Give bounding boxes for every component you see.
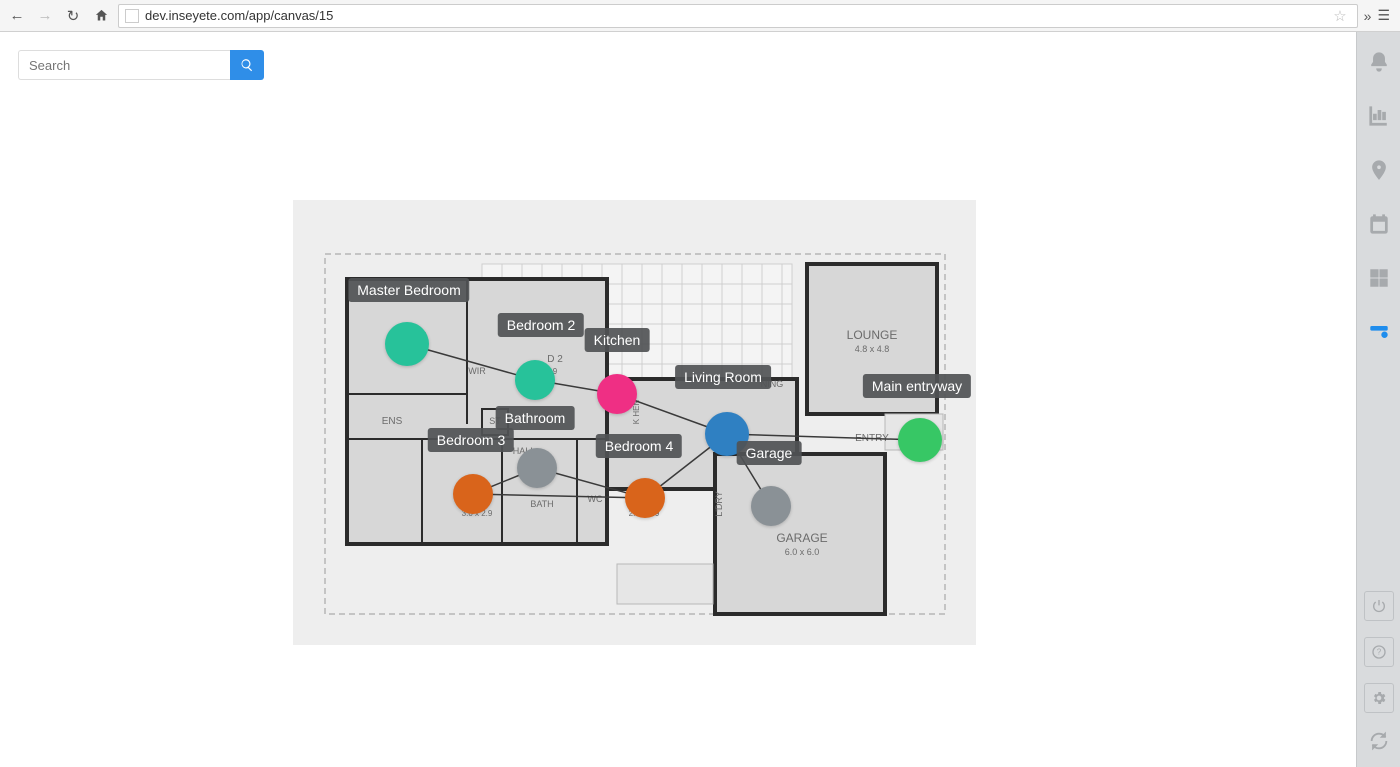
rail-sync-icon[interactable] [1367,729,1391,753]
node-bedroom-3[interactable] [453,474,493,514]
rail-settings-button[interactable] [1364,683,1394,713]
rail-help-button[interactable]: ? [1364,637,1394,667]
browser-menu-icon[interactable]: ☰ [1377,7,1390,24]
nodes-layer: Master Bedroom Bedroom 2Kitchen Living Roo… [317,224,952,625]
node-bathroom[interactable] [517,448,557,488]
browser-home-button[interactable] [90,5,112,27]
node-bedroom-4[interactable] [625,478,665,518]
browser-overflow-icon[interactable]: » [1364,8,1372,24]
browser-back-button[interactable]: ← [6,5,28,27]
rail-grid-icon[interactable] [1367,266,1391,290]
rail-power-button[interactable] [1364,591,1394,621]
node-living-room[interactable] [705,412,749,456]
node-kitchen[interactable] [597,374,637,414]
svg-text:?: ? [1376,648,1381,657]
rail-notifications-icon[interactable] [1367,50,1391,74]
rail-chart-icon[interactable] [1367,104,1391,128]
floorplan[interactable]: LOUNGE 4.8 x 4.8 GARAGE 6.0 x 6.0 ENTRY … [317,224,952,625]
node-main-entryway[interactable] [898,418,942,462]
node-label-bedroom-3: Bedroom 3 [428,428,514,452]
content-area: LOUNGE 4.8 x 4.8 GARAGE 6.0 x 6.0 ENTRY … [0,32,1356,767]
search-button[interactable] [230,50,264,80]
url-bar[interactable]: dev.inseyete.com/app/canvas/15 ☆ [118,4,1358,28]
browser-chrome: ← → ↻ dev.inseyete.com/app/canvas/15 ☆ »… [0,0,1400,32]
node-label-bedroom-2: Bedroom 2 [498,313,584,337]
rail-calendar-icon[interactable] [1367,212,1391,236]
node-label-main-entryway: Main entryway [863,374,971,398]
search-input[interactable] [18,50,230,80]
bookmark-star-icon[interactable]: ☆ [1329,7,1350,25]
node-master-bedroom[interactable] [385,322,429,366]
node-label-garage: Garage [737,441,802,465]
rail-canvas-icon[interactable] [1367,320,1391,344]
search-bar [18,50,264,80]
node-garage[interactable] [751,486,791,526]
node-label-kitchen: Kitchen [585,328,650,352]
url-text: dev.inseyete.com/app/canvas/15 [145,8,333,23]
node-label-master-bedroom: Master Bedroom [348,278,469,302]
node-bedroom-2[interactable] [515,360,555,400]
rail-pin-icon[interactable] [1367,158,1391,182]
page-icon [125,9,139,23]
search-icon [240,58,254,72]
browser-forward-button: → [34,5,56,27]
node-label-bedroom-4: Bedroom 4 [596,434,682,458]
node-label-living-room: Living Room [675,365,771,389]
browser-reload-button[interactable]: ↻ [62,5,84,27]
node-label-bathroom: Bathroom [496,406,575,430]
right-rail: ? [1356,32,1400,767]
canvas-frame: LOUNGE 4.8 x 4.8 GARAGE 6.0 x 6.0 ENTRY … [293,200,976,645]
